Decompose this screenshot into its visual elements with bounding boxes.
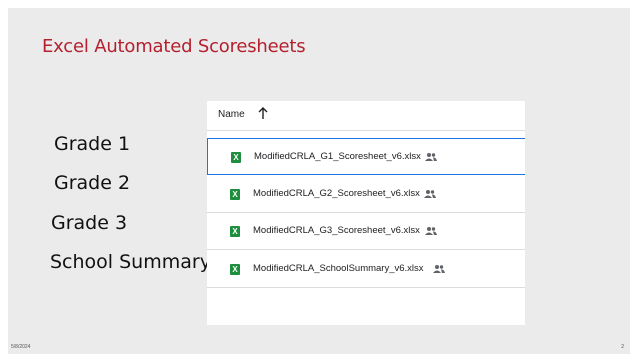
- file-row-g3[interactable]: X ModifiedCRLA_G3_Scoresheet_v6.xlsx: [207, 213, 525, 250]
- shared-people-icon: [424, 190, 436, 198]
- grade-2-label: Grade 2: [54, 172, 131, 194]
- excel-icon: X: [230, 189, 240, 200]
- excel-icon: X: [231, 152, 241, 163]
- file-row-school-summary[interactable]: X ModifiedCRLA_SchoolSummary_v6.xlsx: [207, 251, 525, 288]
- shared-people-icon: [425, 153, 437, 161]
- file-row-g2[interactable]: X ModifiedCRLA_G2_Scoresheet_v6.xlsx: [207, 176, 525, 213]
- name-column-header[interactable]: Name: [218, 109, 245, 120]
- footer-date: 5/8/2024: [11, 344, 31, 350]
- shared-people-icon: [433, 265, 445, 273]
- excel-icon: X: [230, 226, 240, 237]
- file-name[interactable]: ModifiedCRLA_G1_Scoresheet_v6.xlsx: [254, 151, 421, 162]
- file-row-g1[interactable]: X ModifiedCRLA_G1_Scoresheet_v6.xlsx: [207, 138, 525, 175]
- page-number: 2: [621, 344, 624, 350]
- slide-title: Excel Automated Scoresheets: [42, 36, 306, 57]
- shared-people-icon: [425, 227, 437, 235]
- grade-3-label: Grade 3: [51, 212, 128, 234]
- file-name[interactable]: ModifiedCRLA_G3_Scoresheet_v6.xlsx: [253, 225, 420, 236]
- file-name[interactable]: ModifiedCRLA_G2_Scoresheet_v6.xlsx: [253, 188, 420, 199]
- arrow-up-icon[interactable]: [257, 106, 269, 120]
- school-summary-label: School Summary: [50, 251, 211, 273]
- excel-icon: X: [230, 264, 240, 275]
- slide: Excel Automated Scoresheets Grade 1 Grad…: [8, 8, 630, 354]
- file-name[interactable]: ModifiedCRLA_SchoolSummary_v6.xlsx: [253, 263, 424, 274]
- grade-1-label: Grade 1: [54, 133, 131, 155]
- file-list-panel: Name X ModifiedCRLA_G1_Scoresheet_v6.xls…: [207, 101, 525, 325]
- file-list-header: Name: [207, 101, 525, 131]
